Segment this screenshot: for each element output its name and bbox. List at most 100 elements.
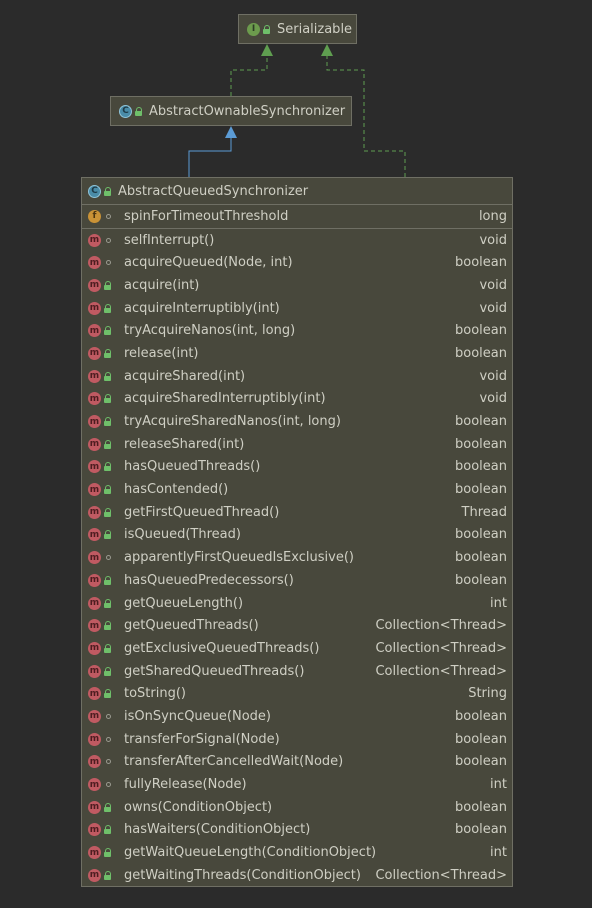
method-name: getQueueLength() <box>124 595 244 611</box>
method-row[interactable]: m selfInterrupt() void <box>82 229 512 252</box>
member-icons: m <box>88 823 124 837</box>
method-name: hasContended() <box>124 482 229 498</box>
field-icon: f <box>88 209 101 223</box>
public-lock-icon <box>135 106 143 116</box>
method-row[interactable]: m transferAfterCancelledWait(Node) boolean <box>82 751 512 774</box>
member-icons: m <box>88 233 124 247</box>
serializable-interface-box[interactable]: I Serializable <box>238 14 357 44</box>
method-row[interactable]: m owns(ConditionObject) boolean <box>82 796 512 819</box>
package-visibility-icon <box>106 237 111 243</box>
return-type: boolean <box>455 323 507 339</box>
field-row[interactable]: f spinForTimeoutThreshold long <box>82 205 512 228</box>
public-lock-icon <box>104 870 112 880</box>
package-visibility-icon <box>106 782 111 788</box>
method-name: tryAcquireSharedNanos(int, long) <box>124 414 341 430</box>
member-icons: m <box>88 868 124 882</box>
method-row[interactable]: m getWaitQueueLength(ConditionObject) int <box>82 841 512 864</box>
public-lock-icon <box>104 371 112 381</box>
abstract-ownable-synchronizer-box[interactable]: C AbstractOwnableSynchronizer <box>110 96 352 126</box>
method-icon: m <box>88 415 101 429</box>
method-name: isOnSyncQueue(Node) <box>124 708 271 724</box>
method-row[interactable]: m hasContended() boolean <box>82 478 512 501</box>
method-row[interactable]: m apparentlyFirstQueuedIsExclusive() boole… <box>82 546 512 569</box>
method-icon: m <box>88 483 101 497</box>
method-row[interactable]: m getSharedQueuedThreads() Collection<Thre… <box>82 660 512 683</box>
method-icon: m <box>88 823 101 837</box>
method-name: getFirstQueuedThread() <box>124 504 280 520</box>
return-type: boolean <box>455 754 507 770</box>
public-lock-icon <box>104 825 112 835</box>
package-visibility-icon <box>106 260 111 266</box>
method-name: acquire(int) <box>124 277 200 293</box>
public-lock-icon <box>104 485 112 495</box>
method-row[interactable]: m getWaitingThreads(ConditionObject) Colle… <box>82 864 512 887</box>
method-row[interactable]: m hasQueuedPredecessors() boolean <box>82 569 512 592</box>
method-icon: m <box>88 369 101 383</box>
method-row[interactable]: m getQueuedThreads() Collection<Thread> <box>82 614 512 637</box>
return-type: void <box>479 300 507 316</box>
return-type: void <box>479 232 507 248</box>
public-lock-icon <box>104 326 112 336</box>
return-type: boolean <box>455 527 507 543</box>
member-icons: m <box>88 369 124 383</box>
field-type: long <box>478 208 507 224</box>
member-icons: m <box>88 800 124 814</box>
method-row[interactable]: m releaseShared(int) boolean <box>82 433 512 456</box>
method-name: release(int) <box>124 345 199 361</box>
field-name: spinForTimeoutThreshold <box>124 208 289 224</box>
member-icons: m <box>88 573 124 587</box>
method-icon: m <box>88 505 101 519</box>
serializable-name: Serializable <box>277 21 353 37</box>
member-icons: m <box>88 483 124 497</box>
method-row[interactable]: m acquire(int) void <box>82 274 512 297</box>
method-name: acquireQueued(Node, int) <box>124 255 293 271</box>
return-type: boolean <box>455 572 507 588</box>
abstract-queued-synchronizer-box[interactable]: C AbstractQueuedSynchronizer f spinForTim… <box>81 177 513 887</box>
method-row[interactable]: m getQueueLength() int <box>82 592 512 615</box>
method-name: fullyRelease(Node) <box>124 777 247 793</box>
method-icon: m <box>88 392 101 406</box>
method-name: selfInterrupt() <box>124 232 215 248</box>
return-type: boolean <box>455 345 507 361</box>
member-icons: m <box>88 460 124 474</box>
method-row[interactable]: m tryAcquireSharedNanos(int, long) boolean <box>82 410 512 433</box>
return-type: boolean <box>455 822 507 838</box>
member-icons: m <box>88 256 124 270</box>
aos-name: AbstractOwnableSynchronizer <box>149 103 346 119</box>
member-icons: m <box>88 846 124 860</box>
method-row[interactable]: m acquireShared(int) void <box>82 365 512 388</box>
method-row[interactable]: m getExclusiveQueuedThreads() Collection<T… <box>82 637 512 660</box>
method-row[interactable]: m transferForSignal(Node) boolean <box>82 728 512 751</box>
method-row[interactable]: m release(int) boolean <box>82 342 512 365</box>
method-row[interactable]: m isQueued(Thread) boolean <box>82 524 512 547</box>
method-row[interactable]: m hasQueuedThreads() boolean <box>82 456 512 479</box>
method-icon: m <box>88 709 101 723</box>
package-visibility-icon <box>106 213 111 219</box>
method-name: hasQueuedPredecessors() <box>124 572 294 588</box>
method-icon: m <box>88 460 101 474</box>
method-row[interactable]: m acquireSharedInterruptibly(int) void <box>82 388 512 411</box>
method-row[interactable]: m acquireInterruptibly(int) void <box>82 297 512 320</box>
member-icons: m <box>88 619 124 633</box>
method-row[interactable]: m getFirstQueuedThread() Thread <box>82 501 512 524</box>
return-type: boolean <box>455 799 507 815</box>
method-name: acquireSharedInterruptibly(int) <box>124 391 326 407</box>
return-type: boolean <box>455 436 507 452</box>
method-icon: m <box>88 800 101 814</box>
public-lock-icon <box>104 186 112 196</box>
public-lock-icon <box>104 621 112 631</box>
public-lock-icon <box>104 303 112 313</box>
public-lock-icon <box>104 689 112 699</box>
method-row[interactable]: m hasWaiters(ConditionObject) boolean <box>82 819 512 842</box>
method-icon: m <box>88 528 101 542</box>
method-row[interactable]: m acquireQueued(Node, int) boolean <box>82 251 512 274</box>
method-row[interactable]: m isOnSyncQueue(Node) boolean <box>82 705 512 728</box>
package-visibility-icon <box>106 713 111 719</box>
method-row[interactable]: m tryAcquireNanos(int, long) boolean <box>82 319 512 342</box>
method-icon: m <box>88 573 101 587</box>
member-icons: m <box>88 596 124 610</box>
method-row[interactable]: m fullyRelease(Node) int <box>82 773 512 796</box>
method-row[interactable]: m toString() String <box>82 682 512 705</box>
return-type: int <box>490 595 507 611</box>
abstract-class-icon: C <box>88 184 101 198</box>
